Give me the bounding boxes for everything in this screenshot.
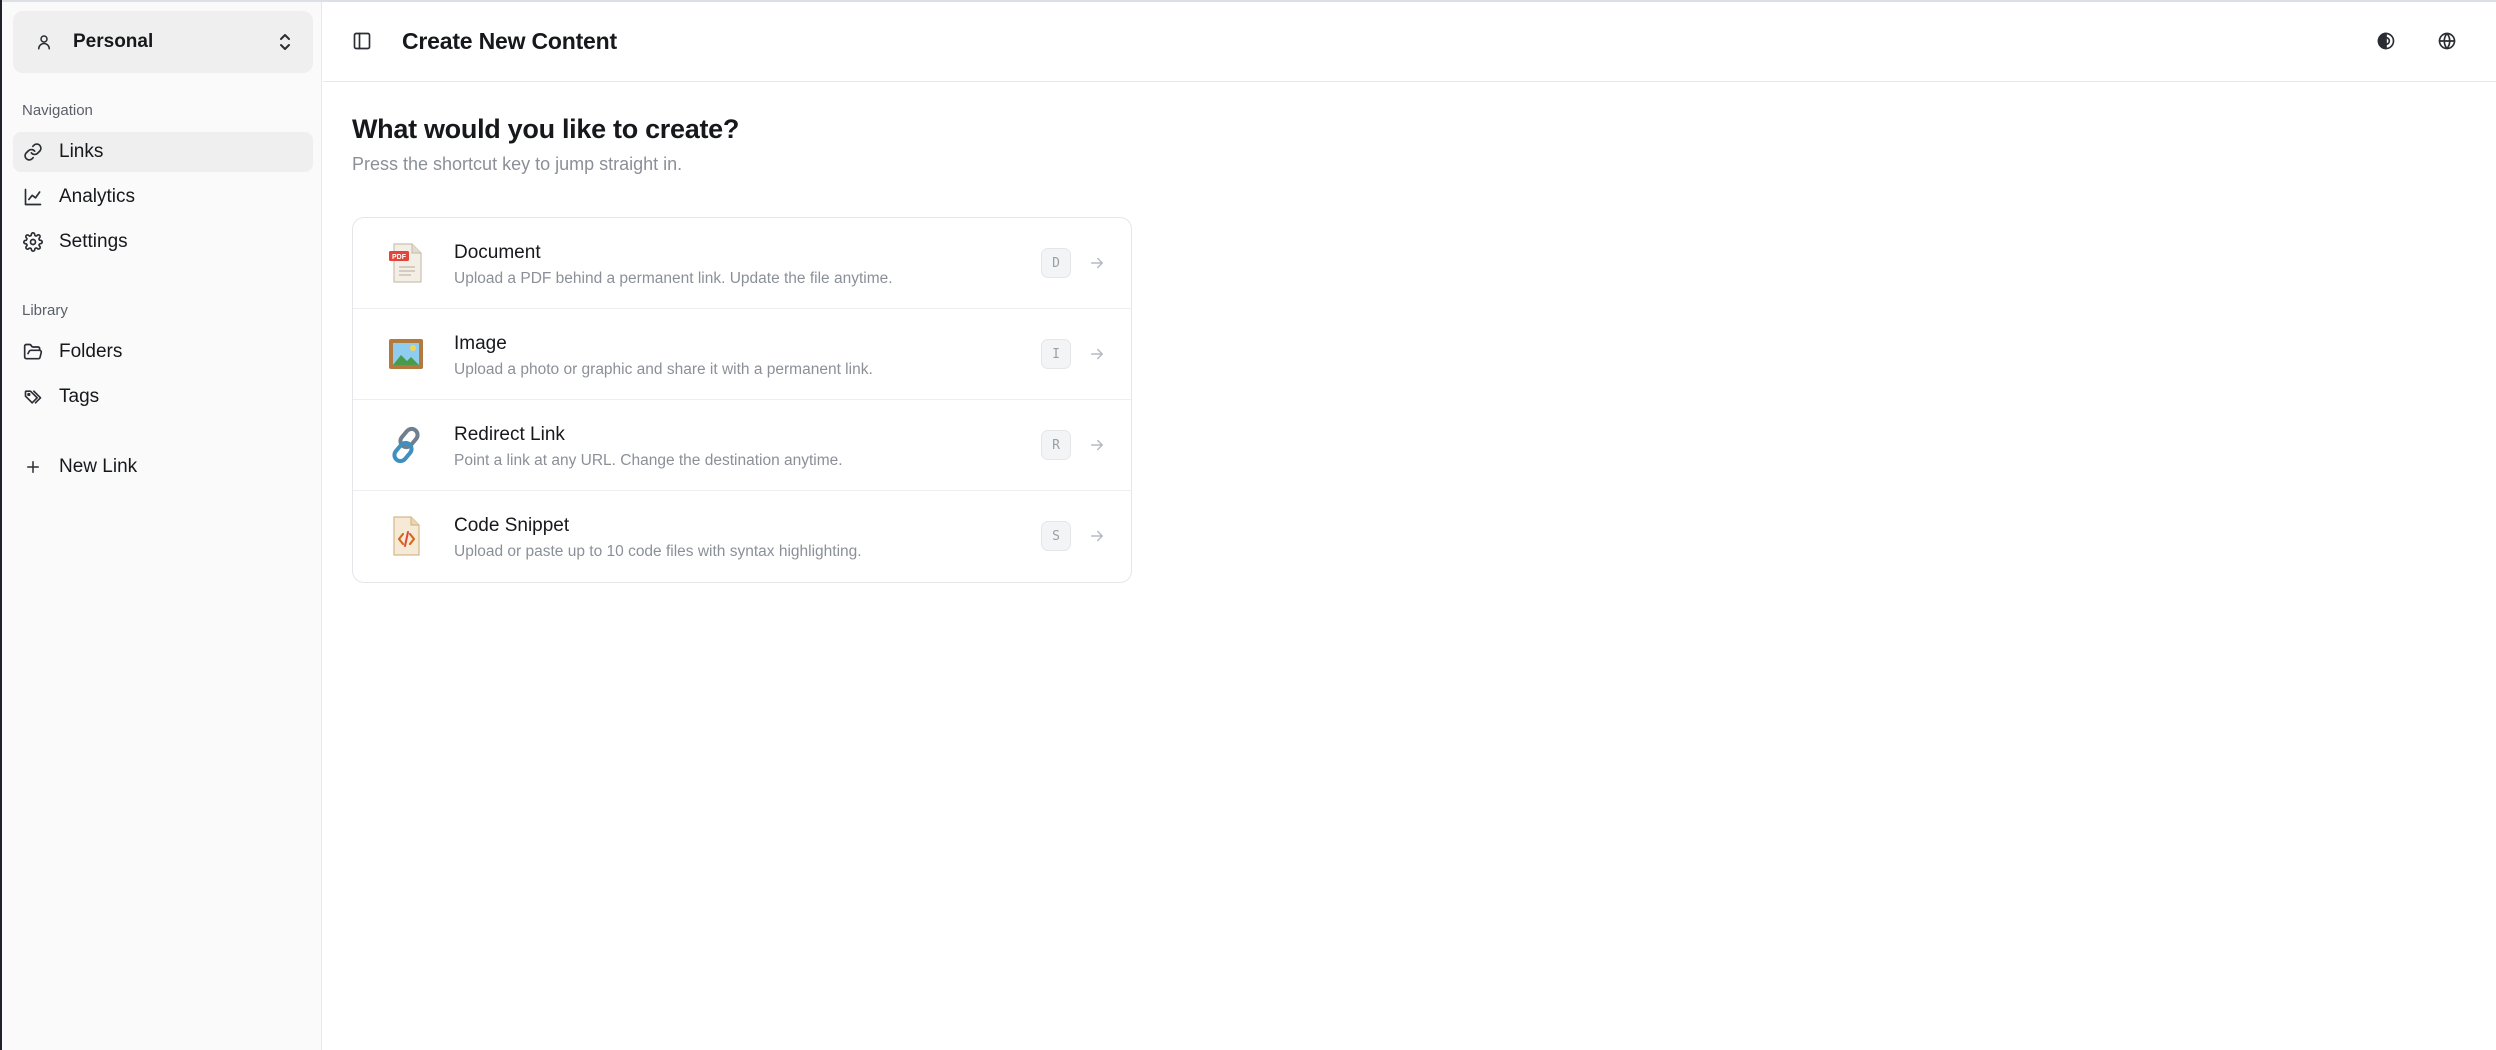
window-left-border <box>0 0 2 1050</box>
pdf-document-icon: PDF <box>383 240 429 286</box>
option-document[interactable]: PDF Document Upload a PDF behind a perma… <box>353 218 1131 309</box>
sidebar-item-tags[interactable]: Tags <box>13 377 313 417</box>
workspace-label: Personal <box>73 31 154 52</box>
option-title: Image <box>454 333 507 354</box>
sidebar: Personal Navigation Links Analytics Sett… <box>2 2 322 1050</box>
plus-icon <box>23 457 43 477</box>
svg-text:PDF: PDF <box>392 254 407 261</box>
sidebar-item-analytics[interactable]: Analytics <box>13 177 313 217</box>
globe-icon[interactable] <box>2435 29 2459 53</box>
shortcut-key: R <box>1041 430 1071 460</box>
chain-link-icon <box>383 422 429 468</box>
content-type-list: PDF Document Upload a PDF behind a perma… <box>352 217 1132 583</box>
sidebar-item-folders[interactable]: Folders <box>13 332 313 372</box>
arrow-right-icon <box>1086 434 1108 456</box>
content-heading: What would you like to create? <box>352 114 740 144</box>
arrow-right-icon <box>1086 525 1108 547</box>
option-code-snippet[interactable]: Code Snippet Upload or paste up to 10 co… <box>353 491 1131 582</box>
library-section-label: Library <box>22 302 68 319</box>
code-file-icon <box>383 513 429 559</box>
gear-icon <box>23 232 43 252</box>
shortcut-key: D <box>1041 248 1071 278</box>
shortcut-key: I <box>1041 339 1071 369</box>
user-icon <box>33 31 55 53</box>
option-description: Upload a photo or graphic and share it w… <box>454 361 873 378</box>
new-link-label: New Link <box>59 456 138 477</box>
workspace-switcher[interactable]: Personal <box>13 11 313 73</box>
chart-line-icon <box>23 187 43 207</box>
sidebar-item-label: Settings <box>59 231 128 252</box>
arrow-right-icon <box>1086 343 1108 365</box>
navigation-section-label: Navigation <box>22 102 93 119</box>
sidebar-item-label: Tags <box>59 386 100 407</box>
option-image[interactable]: Image Upload a photo or graphic and shar… <box>353 309 1131 400</box>
option-description: Upload or paste up to 10 code files with… <box>454 543 862 560</box>
shortcut-key: S <box>1041 521 1071 551</box>
option-title: Document <box>454 242 541 263</box>
top-header: Create New Content <box>323 2 2496 82</box>
sidebar-item-settings[interactable]: Settings <box>13 222 313 262</box>
option-description: Upload a PDF behind a permanent link. Up… <box>454 270 893 287</box>
tags-icon <box>23 387 43 407</box>
sidebar-item-label: Analytics <box>59 186 136 207</box>
sidebar-item-label: Folders <box>59 341 123 362</box>
folder-open-icon <box>23 342 43 362</box>
option-title: Redirect Link <box>454 424 565 445</box>
option-redirect-link[interactable]: Redirect Link Point a link at any URL. C… <box>353 400 1131 491</box>
link-icon <box>23 142 43 162</box>
page-title: Create New Content <box>402 28 617 54</box>
theme-toggle-icon[interactable] <box>2374 29 2398 53</box>
chevrons-up-down-icon <box>275 30 295 54</box>
content-subheading: Press the shortcut key to jump straight … <box>352 154 683 174</box>
sidebar-item-links[interactable]: Links <box>13 132 313 172</box>
new-link-button[interactable]: New Link <box>13 447 313 487</box>
sidebar-toggle-icon[interactable] <box>349 28 375 54</box>
arrow-right-icon <box>1086 252 1108 274</box>
option-description: Point a link at any URL. Change the dest… <box>454 452 843 469</box>
option-title: Code Snippet <box>454 515 570 536</box>
framed-picture-icon <box>383 331 429 377</box>
sidebar-item-label: Links <box>59 141 104 162</box>
